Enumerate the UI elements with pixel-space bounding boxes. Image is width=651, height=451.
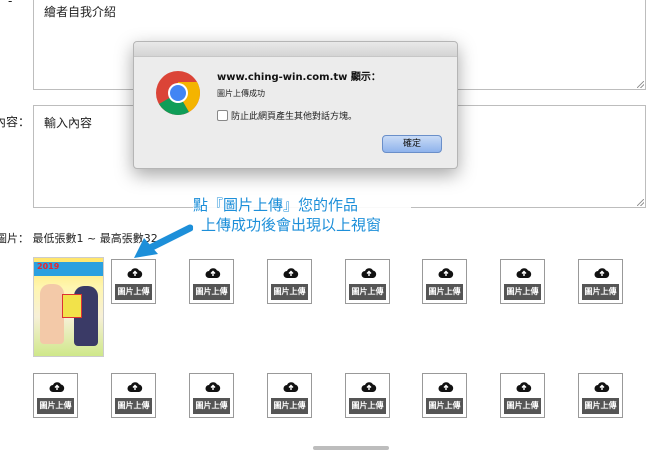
uploaded-image-thumbnail[interactable]: 2019 <box>33 257 104 357</box>
cloud-upload-icon <box>438 382 454 392</box>
thumbnail-year: 2019 <box>37 262 60 271</box>
upload-button[interactable]: 圖片上傳 <box>115 398 152 414</box>
upload-button[interactable]: 圖片上傳 <box>37 398 74 414</box>
upload-button[interactable]: 圖片上傳 <box>504 284 541 300</box>
upload-tile[interactable]: 圖片上傳 <box>345 259 390 304</box>
cloud-upload-icon <box>49 382 65 392</box>
thumbnail-sign <box>62 294 82 318</box>
cloud-upload-icon <box>361 382 377 392</box>
prevent-dialogs-label[interactable]: 防止此網頁產生其他對話方塊。 <box>231 109 357 122</box>
upload-tile[interactable]: 圖片上傳 <box>578 259 623 304</box>
intro-label-fragment: - <box>8 0 13 8</box>
upload-tile[interactable]: 圖片上傳 <box>267 373 312 418</box>
upload-button[interactable]: 圖片上傳 <box>271 398 308 414</box>
upload-button[interactable]: 圖片上傳 <box>426 398 463 414</box>
upload-button[interactable]: 圖片上傳 <box>504 398 541 414</box>
cloud-upload-icon <box>594 382 610 392</box>
upload-tile[interactable]: 圖片上傳 <box>111 259 156 304</box>
upload-tile[interactable]: 圖片上傳 <box>267 259 312 304</box>
dialog-titlebar[interactable] <box>134 42 457 57</box>
chrome-logo-icon <box>156 71 200 115</box>
cloud-upload-icon <box>127 268 143 278</box>
upload-tile[interactable]: 圖片上傳 <box>500 373 545 418</box>
upload-tile[interactable]: 圖片上傳 <box>33 373 78 418</box>
annotation-line-1: 點『圖片上傳』您的作品 <box>193 196 359 214</box>
upload-button[interactable]: 圖片上傳 <box>271 284 308 300</box>
upload-tile[interactable]: 圖片上傳 <box>422 259 467 304</box>
cloud-upload-icon <box>205 382 221 392</box>
prevent-dialogs-checkbox[interactable] <box>217 110 228 121</box>
cloud-upload-icon <box>516 268 532 278</box>
cloud-upload-icon <box>283 268 299 278</box>
horizontal-scrollbar[interactable] <box>313 446 389 450</box>
upload-tile[interactable]: 圖片上傳 <box>189 373 234 418</box>
dialog-title: www.ching-win.com.tw 顯示： <box>217 72 381 83</box>
dialog-message: 圖片上傳成功 <box>217 89 265 98</box>
resize-grip-icon[interactable] <box>637 199 644 206</box>
upload-tile[interactable]: 圖片上傳 <box>345 373 390 418</box>
upload-button[interactable]: 圖片上傳 <box>582 398 619 414</box>
instruction-annotation: 點『圖片上傳』您的作品 上傳成功後會出現以上視窗 <box>193 195 411 239</box>
upload-tile[interactable]: 圖片上傳 <box>189 259 234 304</box>
content-label: 內容： <box>0 115 31 129</box>
cloud-upload-icon <box>283 382 299 392</box>
upload-button[interactable]: 圖片上傳 <box>349 284 386 300</box>
cloud-upload-icon <box>438 268 454 278</box>
cloud-upload-icon <box>205 268 221 278</box>
annotation-line-2: 上傳成功後會出現以上視窗 <box>201 216 382 234</box>
intro-text: 繪者自我介紹 <box>44 5 117 19</box>
resize-grip-icon[interactable] <box>637 81 644 88</box>
ok-button[interactable]: 確定 <box>382 135 442 153</box>
cloud-upload-icon <box>127 382 143 392</box>
content-text: 輸入內容 <box>44 116 93 130</box>
upload-button[interactable]: 圖片上傳 <box>426 284 463 300</box>
cloud-upload-icon <box>516 382 532 392</box>
cloud-upload-icon <box>594 268 610 278</box>
upload-button[interactable]: 圖片上傳 <box>193 284 230 300</box>
thumbnail-figure-left <box>40 284 64 344</box>
annotation-arrow-icon <box>134 224 194 258</box>
upload-tile[interactable]: 圖片上傳 <box>578 373 623 418</box>
upload-tile[interactable]: 圖片上傳 <box>422 373 467 418</box>
upload-button[interactable]: 圖片上傳 <box>349 398 386 414</box>
upload-tile[interactable]: 圖片上傳 <box>500 259 545 304</box>
upload-tile[interactable]: 圖片上傳 <box>111 373 156 418</box>
cloud-upload-icon <box>361 268 377 278</box>
upload-button[interactable]: 圖片上傳 <box>115 284 152 300</box>
upload-button[interactable]: 圖片上傳 <box>582 284 619 300</box>
alert-dialog: www.ching-win.com.tw 顯示： 圖片上傳成功 防止此網頁產生其… <box>133 41 458 169</box>
upload-button[interactable]: 圖片上傳 <box>193 398 230 414</box>
